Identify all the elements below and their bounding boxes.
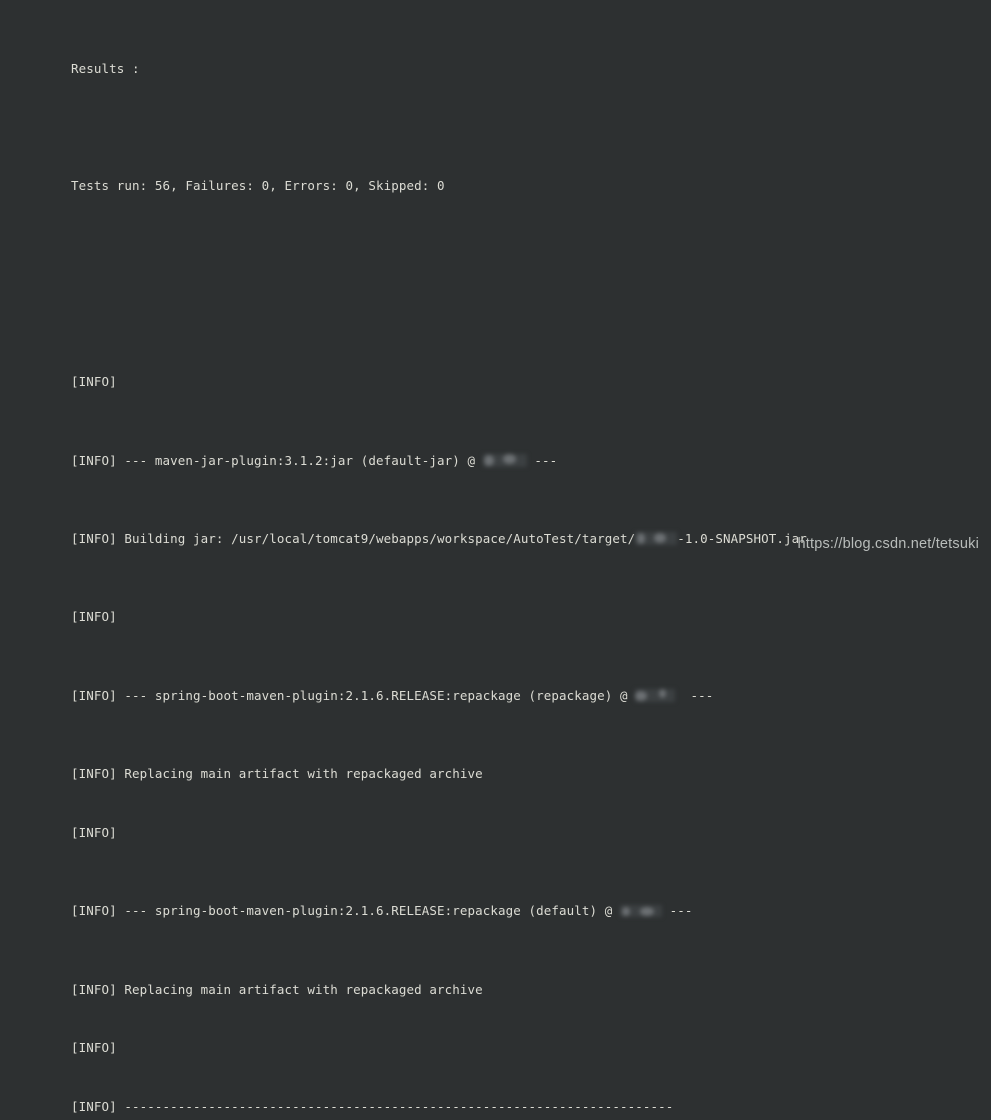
log-line-separator: [INFO] ---------------------------------… [71,1099,674,1115]
log-line-replacing-artifact: [INFO] Replacing main artifact with repa… [71,766,483,782]
log-text: --- [526,452,558,468]
redacted-artifact-name [635,688,676,702]
log-text: --- [662,903,693,919]
log-text: [INFO] --- spring-boot-maven-plugin:2.1.… [71,687,636,703]
csdn-watermark: https://blog.csdn.net/tetsuki [797,536,979,552]
log-line-tests-summary: Tests run: 56, Failures: 0, Errors: 0, S… [71,178,445,194]
log-line-jar-plugin: [INFO] --- maven-jar-plugin:3.1.2:jar (d… [71,451,991,471]
log-text: --- [675,687,714,703]
log-line-info-blank: [INFO] [71,1040,125,1056]
log-line-blank [71,294,991,314]
log-line-blank [71,235,991,255]
redacted-artifact-name [482,453,527,467]
log-text: [INFO] Building jar: /usr/local/tomcat9/… [71,531,636,547]
log-text: [INFO] --- maven-jar-plugin:3.1.2:jar (d… [71,452,483,468]
log-line-results-header: Results : [71,60,140,76]
log-line-info-blank: [INFO] [71,609,125,625]
log-text: -1.0-SNAPSHOT.jar [677,531,807,547]
redacted-artifact-name [620,904,663,917]
log-line-repackage-default: [INFO] --- spring-boot-maven-plugin:2.1.… [71,901,991,921]
redacted-artifact-name [635,532,678,546]
log-line-repackage-repackage: [INFO] --- spring-boot-maven-plugin:2.1.… [71,686,991,706]
log-line-info-blank: [INFO] [71,374,125,390]
log-text: [INFO] --- spring-boot-maven-plugin:2.1.… [71,903,621,919]
log-line-replacing-artifact: [INFO] Replacing main artifact with repa… [71,981,483,997]
log-line-blank [71,118,991,138]
console-output: Results : Tests run: 56, Failures: 0, Er… [71,0,991,1120]
log-line-info-blank: [INFO] [71,824,125,840]
